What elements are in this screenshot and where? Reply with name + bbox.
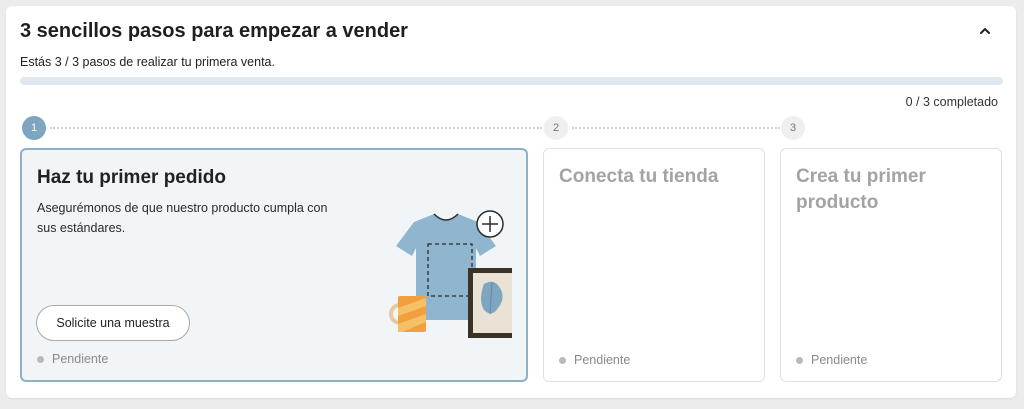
status-dot: [796, 356, 803, 364]
status-dot: [37, 355, 44, 363]
onboarding-panel: 3 sencillos pasos para empezar a vender …: [6, 6, 1016, 398]
completed-count: 0 / 3 completado: [905, 95, 998, 109]
step-connector-1: [50, 127, 542, 129]
progress-subtitle: Estás 3 / 3 pasos de realizar tu primera…: [20, 55, 275, 69]
step-card-description: Asegurémonos de que nuestro producto cum…: [37, 201, 328, 235]
products-illustration: [389, 210, 512, 338]
status-label: Pendiente: [52, 352, 109, 366]
status-label: Pendiente: [574, 353, 631, 367]
step-card-create-product[interactable]: Crea tu primer producto Pendiente: [780, 148, 1002, 382]
step-connector-2: [572, 127, 780, 129]
progress-bar: [20, 77, 1003, 85]
step-card-title: Conecta tu tienda: [559, 166, 719, 187]
step-card-connect-store[interactable]: Conecta tu tienda Pendiente: [543, 148, 765, 382]
status-badge: Pendiente: [559, 353, 630, 367]
step-card-title: Crea tu primer producto: [796, 166, 926, 213]
step-number-1: 1: [22, 116, 46, 140]
chevron-up-icon: [980, 28, 990, 34]
panel-title: 3 sencillos pasos para empezar a vender: [20, 20, 408, 42]
status-label: Pendiente: [811, 353, 868, 367]
status-badge: Pendiente: [796, 353, 867, 367]
step-card-order[interactable]: Haz tu primer pedido Asegurémonos de que…: [20, 148, 528, 382]
collapse-button[interactable]: [972, 18, 998, 44]
step-number-3: 3: [781, 116, 805, 140]
step-number-2: 2: [544, 116, 568, 140]
status-dot: [559, 356, 566, 364]
step-card-title: Haz tu primer pedido: [37, 167, 226, 188]
request-sample-button[interactable]: Solicite una muestra: [36, 305, 190, 341]
status-badge: Pendiente: [37, 352, 108, 366]
